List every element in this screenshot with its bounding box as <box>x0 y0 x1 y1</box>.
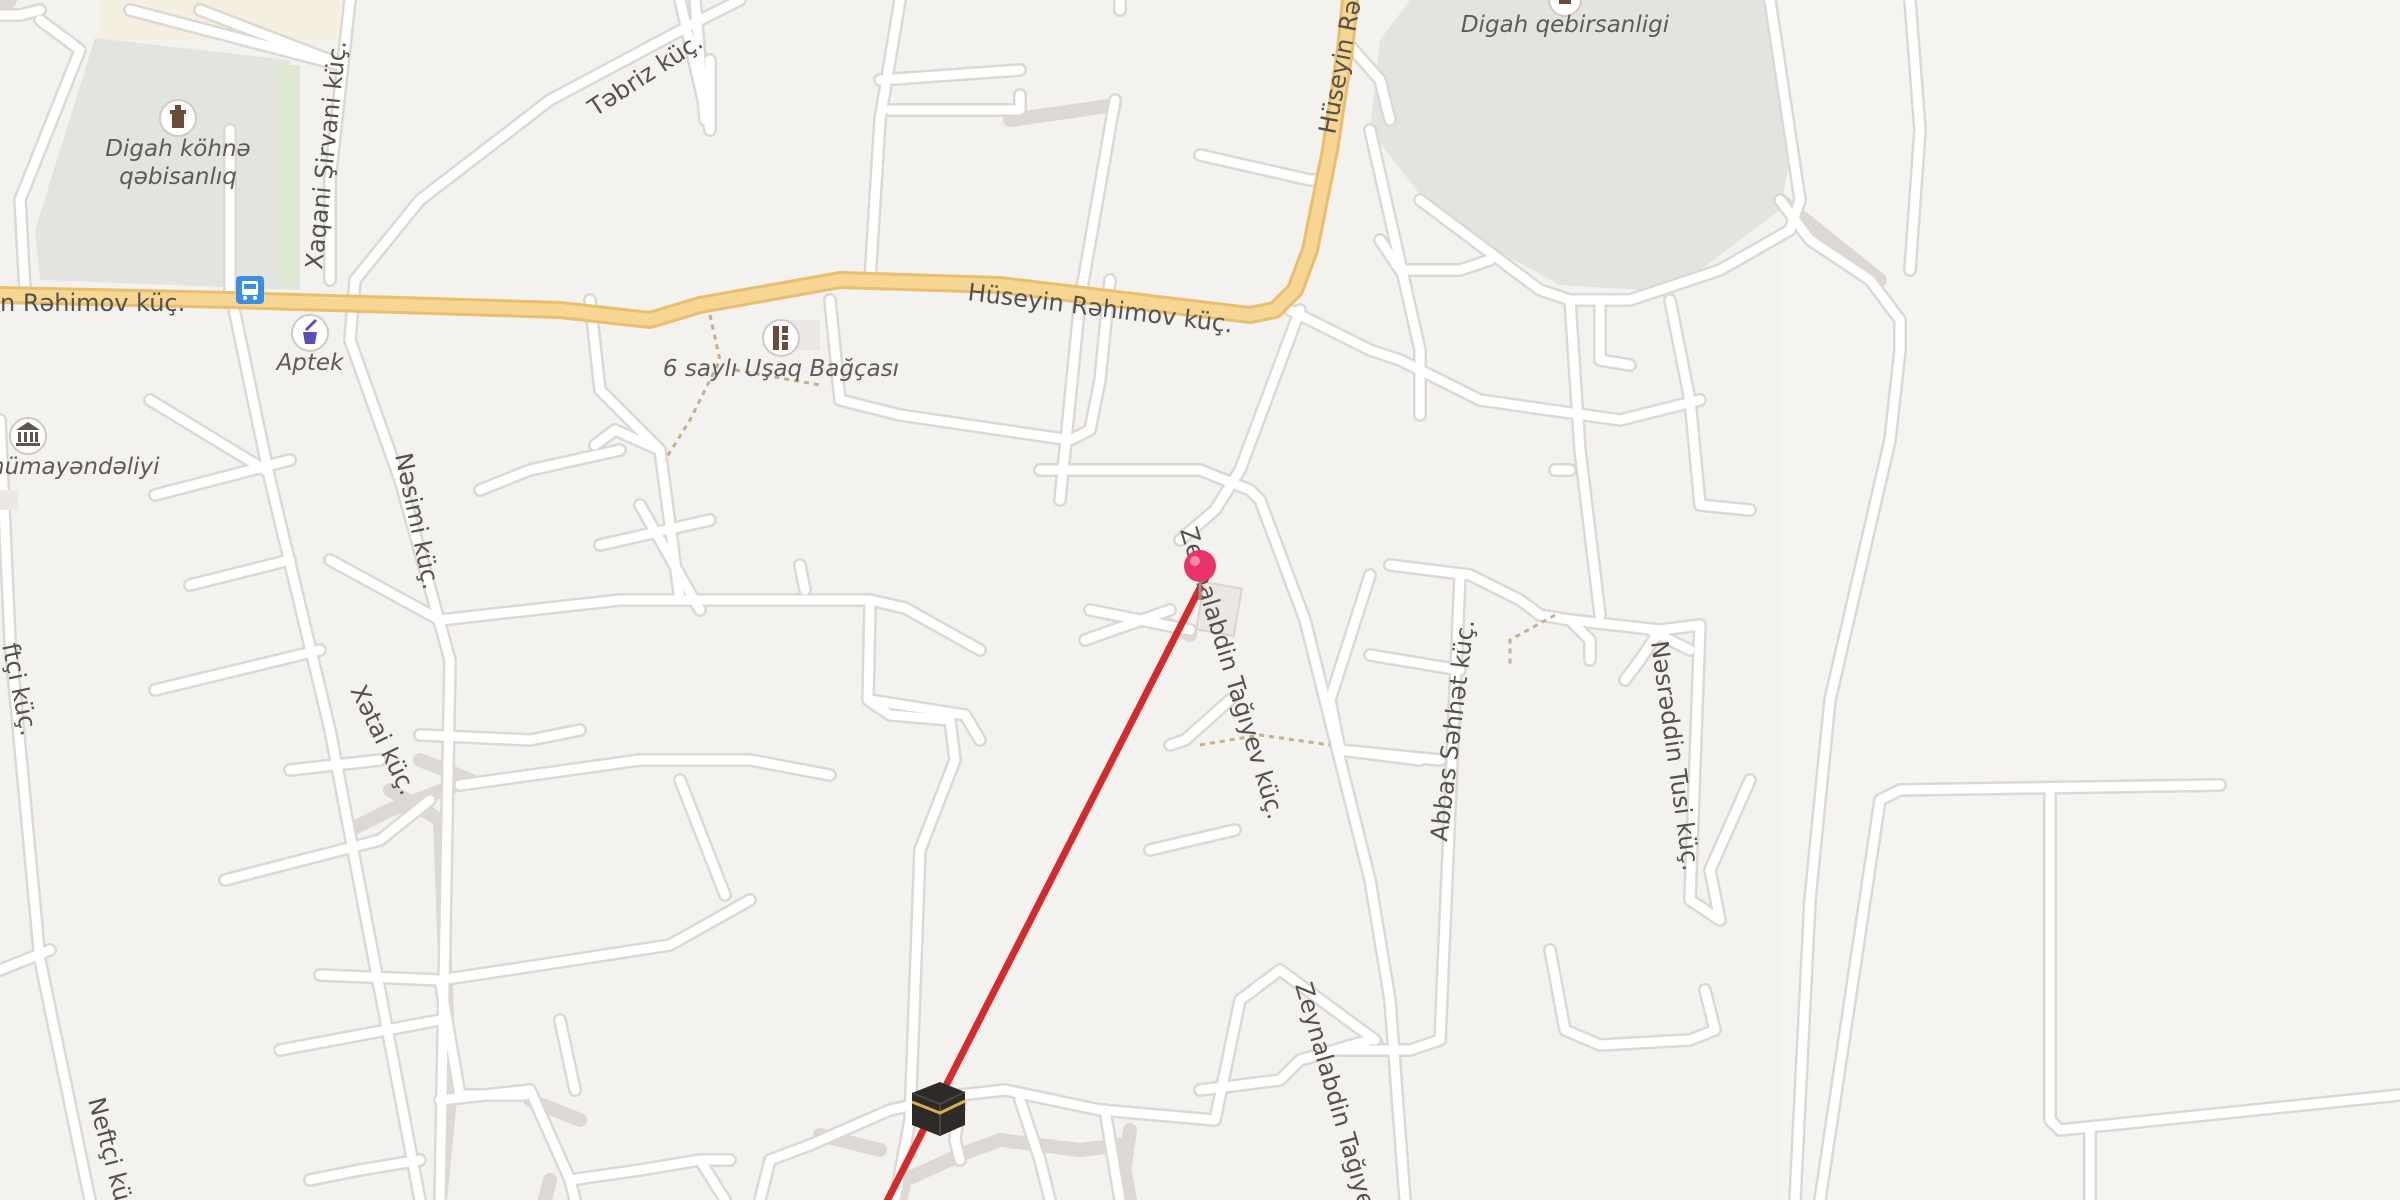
poi-label-digah-cemetery: Digah qebirsanligi <box>1461 12 1670 38</box>
land-area <box>1780 0 2400 1200</box>
column <box>35 432 38 442</box>
bus-window <box>244 284 256 289</box>
building <box>0 490 18 510</box>
poi-label-pharmacy: Aptek <box>275 350 346 376</box>
pharmacy-icon-glyph <box>303 332 317 344</box>
column <box>30 432 33 442</box>
kindergarten-icon <box>762 319 800 357</box>
street-label-huseyn-rehimov-west: n Rəhimov küç. <box>0 289 185 317</box>
base <box>16 443 40 446</box>
poi-label-old-cemetery-line2: qəbisanlıq <box>119 164 237 190</box>
bus-wheel <box>243 296 247 300</box>
kaaba-icon <box>912 1082 965 1136</box>
bus-stop-poi[interactable] <box>236 276 264 304</box>
poi-label-old-cemetery: Digah köhnə <box>105 136 250 162</box>
kindergarten-icon-glyph <box>773 326 779 350</box>
column <box>24 432 27 442</box>
column <box>18 432 21 442</box>
poi-label-representation: nümayəndəliyi <box>0 454 160 480</box>
location-pin-icon <box>1184 550 1216 582</box>
green-strip <box>278 65 300 285</box>
kaaba-poi[interactable] <box>911 1082 966 1136</box>
poi-label-kindergarten: 6 saylı Uşaq Bağçası <box>663 356 899 382</box>
cemetery-icon-glyph <box>1559 0 1571 4</box>
pin-highlight <box>1190 556 1200 566</box>
map-canvas[interactable]: n Rəhimov küç. Hüseyin Rəhimov küç. Hüse… <box>0 0 2400 1200</box>
kindergarten-icon-glyph <box>782 326 788 350</box>
bus-wheel <box>253 296 257 300</box>
